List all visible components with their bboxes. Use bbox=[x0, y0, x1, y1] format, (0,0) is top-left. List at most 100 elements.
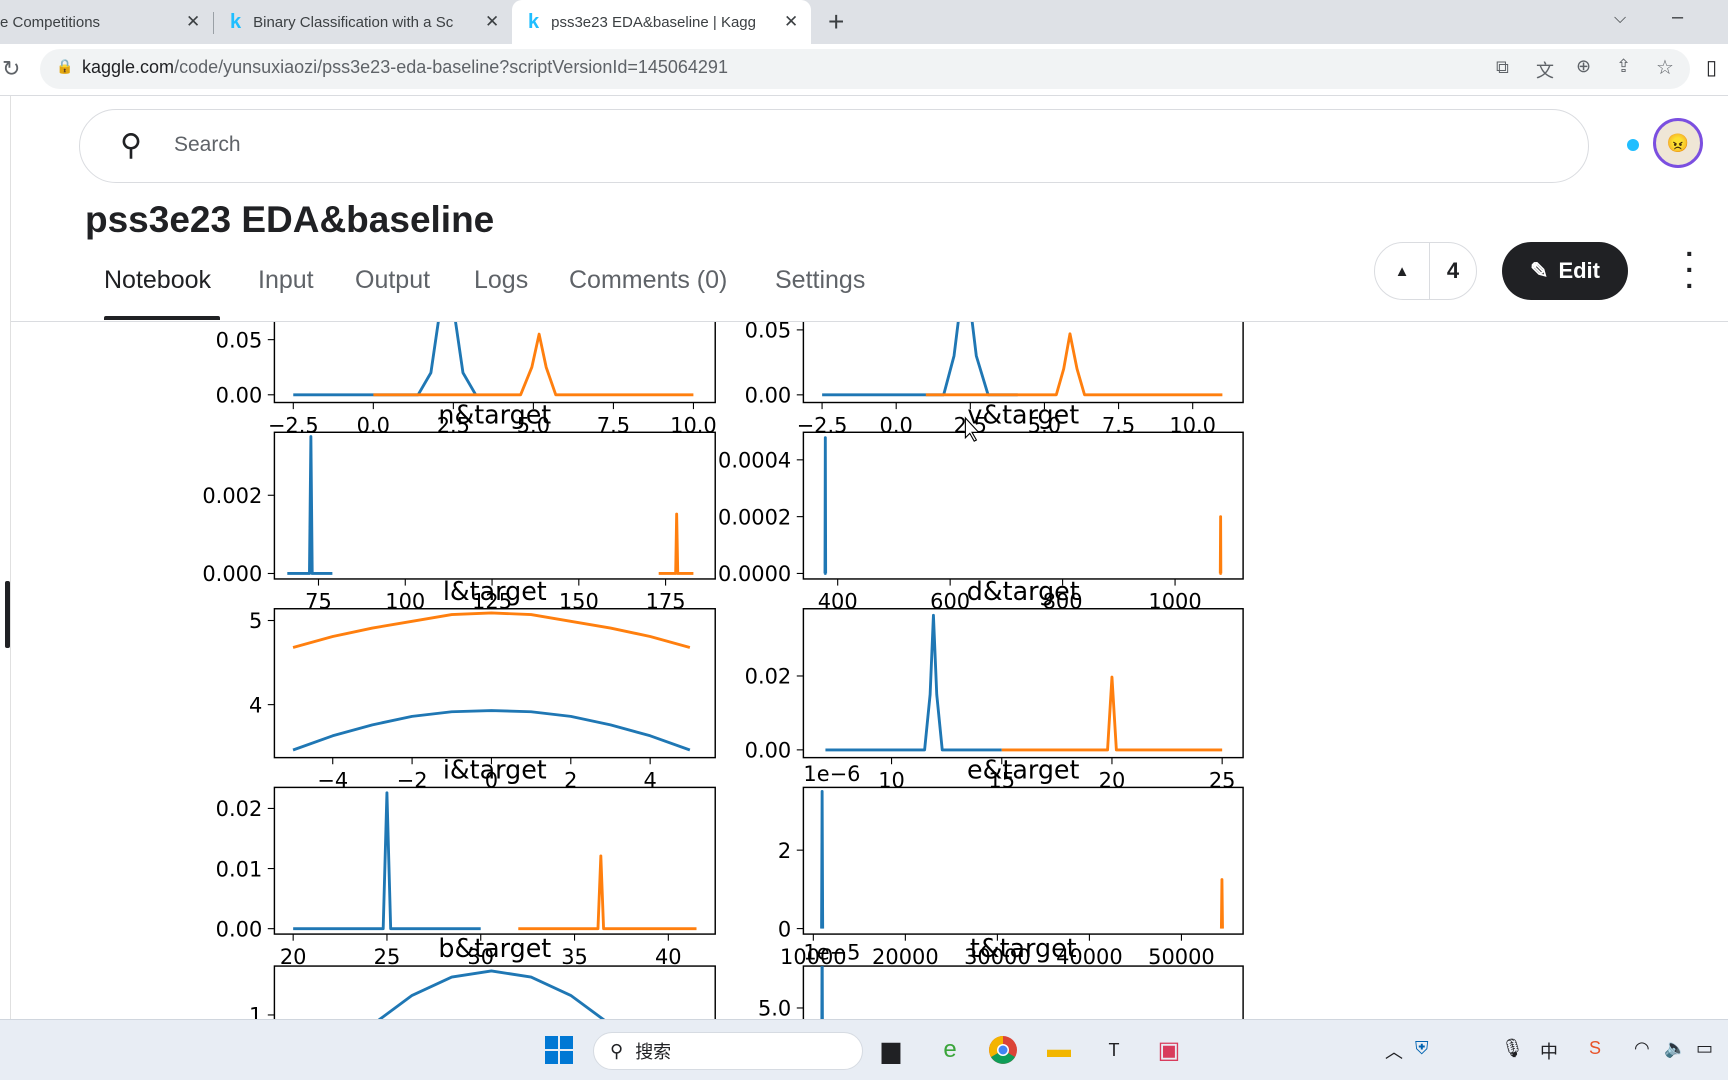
caret-up-icon: ▲ bbox=[1394, 262, 1410, 280]
active-tab-indicator bbox=[104, 316, 220, 320]
pencil-icon: ✎ bbox=[1530, 258, 1549, 283]
windows-start-icon[interactable] bbox=[541, 1032, 577, 1068]
y-tick-label: 0.00 bbox=[745, 384, 792, 408]
y-tick-label: 5.0 bbox=[758, 997, 791, 1019]
x-tick-label: 20 bbox=[280, 945, 307, 969]
tray-overflow-icon[interactable]: ︿ bbox=[1385, 1038, 1403, 1064]
y-tick-label: 0.0002 bbox=[718, 505, 791, 529]
file-explorer-icon[interactable]: ▬ bbox=[1041, 1032, 1077, 1068]
close-icon[interactable]: ✕ bbox=[186, 12, 200, 32]
y-tick-label: 1 bbox=[249, 1004, 262, 1019]
minimize-button[interactable]: – bbox=[1672, 6, 1683, 29]
subplot-frame bbox=[802, 786, 1244, 935]
subplot-title: n&target bbox=[438, 399, 551, 429]
browser-tab[interactable]: k Binary Classification with a Sc ✕ bbox=[230, 0, 505, 44]
edit-button[interactable]: ✎ Edit bbox=[1502, 242, 1628, 300]
tab-output[interactable]: Output bbox=[355, 266, 430, 295]
search-icon: ⚲ bbox=[120, 129, 142, 162]
subplot-title: b&target bbox=[438, 933, 551, 963]
kaggle-icon: k bbox=[230, 10, 242, 33]
address-bar-row: ↻ 🔒 kaggle.com/code/yunsuxiaozi/pss3e23-… bbox=[0, 44, 1728, 96]
kde-series-line bbox=[820, 966, 824, 1019]
subplot-title: d&target bbox=[967, 576, 1080, 606]
kde-series-line bbox=[820, 789, 825, 929]
share-icon[interactable]: ⇪ bbox=[1616, 56, 1631, 77]
battery-icon[interactable]: ▭ bbox=[1696, 1038, 1713, 1059]
subplot-title: v&target bbox=[967, 399, 1079, 429]
task-view-icon[interactable]: ▆ bbox=[873, 1032, 909, 1068]
translate-icon[interactable]: 文 bbox=[1536, 57, 1554, 83]
subplot-frame bbox=[273, 786, 716, 935]
subplot-frame bbox=[802, 965, 1244, 1019]
y-tick-label: 5 bbox=[249, 609, 262, 633]
x-tick-label: 50000 bbox=[1148, 945, 1215, 969]
tab-notebook[interactable]: Notebook bbox=[104, 266, 211, 295]
microphone-icon[interactable]: 🎙 bbox=[1501, 1038, 1524, 1059]
subplot-title: t&target bbox=[970, 933, 1077, 963]
close-icon[interactable]: ✕ bbox=[784, 12, 798, 32]
close-icon[interactable]: ✕ bbox=[485, 12, 499, 32]
bookmark-star-icon[interactable]: ☆ bbox=[1656, 55, 1674, 80]
y-tick-label: 0.0000 bbox=[718, 562, 791, 586]
zoom-icon[interactable]: ⊕ bbox=[1576, 56, 1591, 77]
subplot-frame bbox=[273, 431, 716, 580]
y-tick-label: 0.02 bbox=[745, 665, 792, 689]
url-text[interactable]: kaggle.com/code/yunsuxiaozi/pss3e23-eda-… bbox=[82, 57, 728, 78]
notification-dot bbox=[1627, 139, 1639, 151]
reload-icon[interactable]: ↻ bbox=[2, 56, 20, 82]
kde-series-line bbox=[1218, 515, 1223, 575]
tab-comments[interactable]: Comments (0) bbox=[569, 266, 727, 295]
kde-series-line bbox=[1219, 878, 1224, 929]
browser-tab-active[interactable]: k pss3e23 EDA&baseline | Kagg ✕ bbox=[512, 0, 811, 44]
security-shield-icon[interactable]: ⛨ bbox=[1415, 1038, 1429, 1059]
y-tick-label: 0.02 bbox=[216, 797, 263, 821]
kaggle-icon: k bbox=[528, 10, 540, 33]
open-in-app-icon[interactable]: ⧉ bbox=[1496, 57, 1509, 78]
more-options-icon[interactable]: · · · bbox=[1680, 240, 1700, 300]
taskbar-search[interactable]: ⚲ 搜索 bbox=[593, 1032, 863, 1070]
tab-divider bbox=[213, 12, 214, 34]
wifi-icon[interactable]: ◠ bbox=[1634, 1038, 1650, 1059]
input-method-icon[interactable]: 中 bbox=[1540, 1038, 1558, 1064]
tab-input[interactable]: Input bbox=[258, 266, 314, 295]
y-offset-text: 1e−6 bbox=[803, 762, 860, 786]
search-input[interactable]: ⚲ Search bbox=[79, 109, 1589, 183]
url-host: kaggle.com bbox=[82, 57, 175, 77]
side-panel-icon[interactable]: ▯ bbox=[1706, 55, 1717, 80]
y-tick-label: 0.00 bbox=[745, 739, 792, 763]
subplot-frame bbox=[802, 608, 1244, 759]
tab-search-chevron-icon[interactable]: ⌵ bbox=[1614, 10, 1626, 28]
y-tick-label: 2 bbox=[778, 839, 791, 863]
browser-tab[interactable]: e Competitions ✕ bbox=[0, 0, 210, 44]
y-tick-label: 0.05 bbox=[216, 328, 263, 352]
tab-title: e Competitions bbox=[0, 13, 101, 31]
y-tick-label: 0.01 bbox=[216, 857, 263, 881]
tab-logs[interactable]: Logs bbox=[474, 266, 528, 295]
subplot-frame bbox=[273, 322, 716, 404]
subplot-title: i&target bbox=[443, 755, 547, 785]
text-editor-icon[interactable]: T bbox=[1096, 1032, 1132, 1068]
y-tick-label: 0.000 bbox=[202, 562, 262, 586]
y-tick-label: 0.002 bbox=[202, 484, 262, 508]
new-tab-button[interactable]: + bbox=[828, 6, 844, 38]
sogou-icon[interactable]: S bbox=[1589, 1038, 1601, 1059]
avatar[interactable]: 😠 bbox=[1653, 118, 1703, 168]
y-tick-label: 0 bbox=[778, 917, 791, 941]
chrome-icon[interactable] bbox=[985, 1032, 1021, 1068]
tab-title: Binary Classification with a Sc bbox=[253, 13, 454, 31]
subplot-title: l&target bbox=[443, 576, 547, 606]
store-app-icon[interactable]: ▣ bbox=[1151, 1032, 1187, 1068]
y-tick-label: 0.00 bbox=[216, 384, 263, 408]
page-title: pss3e23 EDA&baseline bbox=[85, 199, 495, 240]
vote-count[interactable]: 4 bbox=[1430, 243, 1476, 299]
speaker-icon[interactable]: 🔈 bbox=[1664, 1038, 1686, 1059]
upvote-button[interactable]: ▲ bbox=[1375, 243, 1430, 299]
lock-icon[interactable]: 🔒 bbox=[56, 58, 73, 75]
y-tick-label: 0.05 bbox=[745, 322, 792, 343]
tab-settings[interactable]: Settings bbox=[775, 266, 865, 295]
edge-browser-icon[interactable]: e bbox=[932, 1032, 968, 1068]
y-tick-label: 4 bbox=[249, 693, 262, 717]
kde-plots-output: −2.50.02.55.07.510.00.000.05−2.50.02.55.… bbox=[202, 322, 1244, 1019]
browser-tab-bar: e Competitions ✕ k Binary Classification… bbox=[0, 0, 1728, 44]
subplot-frame bbox=[802, 322, 1244, 404]
